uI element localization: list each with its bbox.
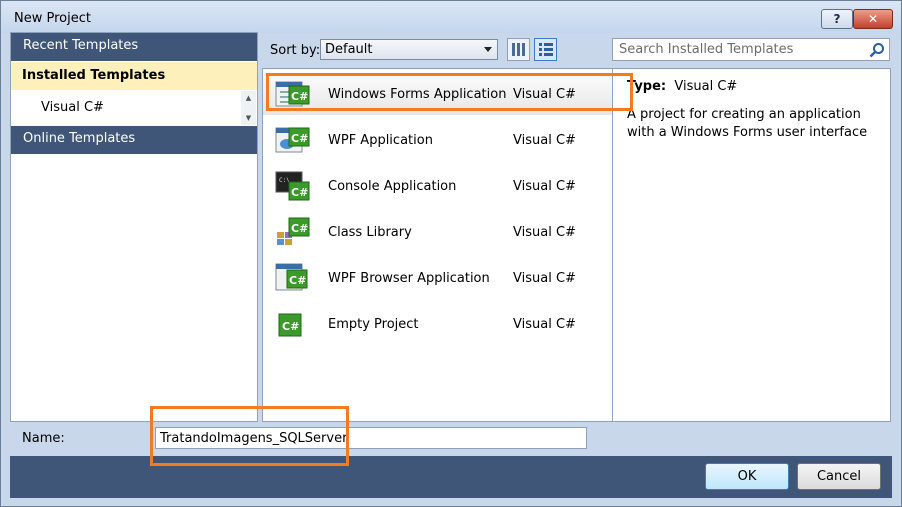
project-name-input[interactable]: TratandoImagens_SQLServer	[155, 427, 587, 449]
wpf-csharp-icon: C#	[275, 127, 310, 153]
title-bar: New Project ? ✕	[1, 1, 901, 33]
template-name: WPF Application	[328, 133, 433, 148]
grid-view-icon	[512, 43, 525, 56]
template-nav-panel: Recent Templates Installed Templates Vis…	[10, 32, 258, 422]
nav-recent-templates[interactable]: Recent Templates	[11, 33, 257, 61]
window-title: New Project	[14, 11, 91, 26]
template-row-wpf[interactable]: C# WPF Application Visual C#	[263, 121, 612, 161]
classlib-csharp-icon: C#	[277, 217, 310, 245]
nav-item-visual-csharp[interactable]: Visual C#	[11, 91, 241, 125]
template-list: C# Windows Forms Application Visual C# C…	[262, 68, 613, 422]
template-language: Visual C#	[513, 317, 576, 332]
medium-icons-view-button[interactable]	[507, 38, 530, 61]
small-icons-view-button[interactable]	[534, 38, 557, 61]
template-name: WPF Browser Application	[328, 271, 490, 286]
winforms-csharp-icon: C#	[275, 81, 310, 107]
template-name: Console Application	[328, 179, 457, 194]
list-view-icon	[538, 43, 553, 56]
template-language: Visual C#	[513, 179, 576, 194]
console-csharp-icon: C:\ C#	[275, 171, 310, 201]
svg-text:C#: C#	[291, 132, 308, 145]
sort-value: Default	[325, 42, 373, 57]
close-button[interactable]: ✕	[853, 9, 893, 29]
cancel-button[interactable]: Cancel	[797, 463, 881, 490]
svg-text:C#: C#	[282, 320, 299, 333]
type-value: Visual C#	[674, 79, 738, 94]
template-name: Class Library	[328, 225, 412, 240]
search-placeholder: Search Installed Templates	[619, 42, 794, 57]
template-row-windows-forms[interactable]: C# Windows Forms Application Visual C#	[263, 75, 612, 115]
svg-text:C#: C#	[291, 222, 308, 235]
help-icon: ?	[833, 12, 841, 26]
svg-text:C#: C#	[291, 186, 308, 199]
nav-online-templates[interactable]: Online Templates	[11, 126, 257, 154]
scroll-down-icon[interactable]: ▼	[243, 113, 254, 123]
name-label: Name:	[22, 431, 65, 446]
svg-text:C#: C#	[291, 90, 308, 103]
chevron-down-icon	[484, 47, 492, 52]
search-templates-input[interactable]: Search Installed Templates	[612, 38, 890, 61]
sort-dropdown[interactable]: Default	[320, 39, 498, 60]
help-button[interactable]: ?	[821, 9, 853, 29]
template-row-console[interactable]: C:\ C# Console Application Visual C#	[263, 167, 612, 207]
template-language: Visual C#	[513, 133, 576, 148]
type-label: Type:	[627, 79, 667, 94]
template-language: Visual C#	[513, 87, 576, 102]
template-language: Visual C#	[513, 225, 576, 240]
template-name: Windows Forms Application	[328, 87, 507, 102]
close-icon: ✕	[867, 12, 879, 26]
template-row-empty-project[interactable]: C# Empty Project Visual C#	[263, 305, 612, 345]
nav-scrollbar[interactable]: ▲ ▼	[241, 91, 256, 125]
template-type: Type: Visual C#	[627, 79, 737, 94]
ok-button[interactable]: OK	[705, 463, 789, 490]
nav-installed-templates[interactable]: Installed Templates	[11, 62, 257, 90]
wpf-browser-csharp-icon: C#	[275, 263, 308, 291]
template-name: Empty Project	[328, 317, 419, 332]
sort-label: Sort by:	[270, 43, 321, 58]
template-details-panel: Type: Visual C# A project for creating a…	[613, 68, 891, 422]
scroll-up-icon[interactable]: ▲	[243, 93, 254, 103]
template-row-wpf-browser[interactable]: C# WPF Browser Application Visual C#	[263, 259, 612, 299]
svg-text:C#: C#	[289, 274, 306, 287]
template-row-class-library[interactable]: C# Class Library Visual C#	[263, 213, 612, 253]
empty-csharp-icon: C#	[278, 313, 302, 337]
search-icon[interactable]	[869, 42, 885, 58]
template-language: Visual C#	[513, 271, 576, 286]
template-description: A project for creating an application wi…	[627, 107, 868, 140]
